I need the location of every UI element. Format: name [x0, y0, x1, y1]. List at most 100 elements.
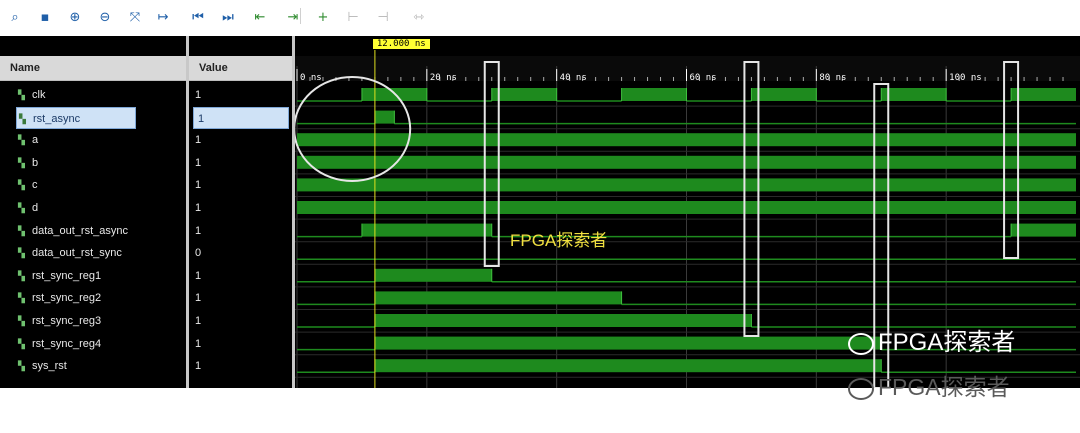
signal-name: a — [32, 134, 39, 147]
signal-name: sys_rst — [32, 360, 67, 373]
signal-icon: ▚ — [18, 338, 25, 349]
signal-name-row[interactable]: ▚ rst_sync_reg1 — [0, 265, 186, 287]
signal-icon: ▚ — [18, 248, 25, 259]
swap-cursors-icon[interactable]: ⇿ — [408, 6, 430, 28]
signal-icon: ▚ — [18, 225, 25, 236]
signal-name-row[interactable]: ▚ data_out_rst_sync — [0, 242, 186, 264]
waveform-high-segment — [751, 88, 817, 101]
signal-value[interactable]: 1 — [189, 310, 292, 332]
chat-icon — [848, 377, 874, 400]
zoom-out-icon[interactable]: ⊖ — [94, 6, 116, 28]
signal-icon: ▚ — [18, 180, 25, 191]
signal-icon: ▚ — [18, 293, 25, 304]
watermark-text: FPGA探索者 — [878, 374, 1010, 400]
signal-name: rst_sync_reg3 — [32, 315, 102, 327]
search-icon[interactable]: ⌕ — [4, 6, 26, 28]
signal-name: data_out_rst_sync — [32, 247, 122, 260]
signal-value[interactable]: 0 — [189, 242, 292, 264]
tick-label: 60 ns — [689, 73, 717, 83]
signal-name: d — [32, 202, 39, 214]
go-to-end-icon[interactable]: ⏭ — [217, 6, 239, 28]
signal-name-row[interactable]: ▚ c — [0, 174, 186, 196]
signal-name-row[interactable]: ▚ rst_sync_reg4 — [0, 333, 186, 355]
signal-name-row[interactable]: ▚ clk — [0, 84, 186, 106]
signal-name: b — [32, 156, 39, 169]
signal-value[interactable]: 1 — [189, 287, 292, 309]
signal-icon: ▚ — [18, 135, 25, 146]
signal-name-row[interactable]: ▚ rst_sync_reg3 — [0, 310, 186, 332]
previous-marker-icon[interactable]: ⊢ — [342, 6, 364, 28]
signal-values-column: Value 1111111011111 — [189, 36, 292, 388]
tick-label: 100 ns — [949, 73, 982, 83]
waveform-high-segment — [297, 133, 1076, 147]
tick-label: 20 ns — [429, 73, 457, 83]
signal-name-row[interactable]: ▚ b — [0, 152, 186, 174]
previous-transition-icon[interactable]: ⇤ — [249, 6, 271, 28]
overlay-caption: FPGA探索者 — [510, 231, 608, 250]
waveform-high-segment — [374, 110, 395, 124]
waveform-high-segment — [1011, 88, 1076, 101]
watermark: FPGA探索者 — [848, 322, 1015, 357]
save-icon[interactable]: ▪ — [34, 6, 56, 28]
signal-name-row[interactable]: ▚ data_out_rst_async — [0, 220, 186, 242]
signal-value[interactable]: 1 — [193, 106, 289, 129]
tick-label: 40 ns — [559, 73, 587, 83]
go-to-start-icon[interactable]: ⏮ — [187, 6, 209, 28]
waveform-high-segment — [491, 88, 557, 101]
signal-icon: ▚ — [18, 361, 25, 372]
waveform-high-segment — [621, 88, 687, 101]
zoom-fit-icon[interactable]: ⤧ — [124, 6, 146, 28]
signal-value[interactable]: 1 — [189, 152, 292, 174]
go-to-cursor-icon[interactable]: ↦ — [152, 6, 174, 28]
signal-name: data_out_rst_async — [32, 224, 129, 237]
signal-name: c — [32, 179, 38, 192]
signal-name-row[interactable]: ▚ a — [0, 129, 186, 151]
tick-label: 80 ns — [819, 73, 847, 83]
waveform-high-segment — [374, 268, 492, 282]
watermark: FPGA探索者 — [848, 368, 1010, 402]
signal-name: rst_async — [33, 112, 81, 125]
signal-name: rst_sync_reg1 — [32, 269, 102, 282]
signal-name: rst_sync_reg2 — [32, 292, 102, 305]
waveform-high-segment — [374, 359, 882, 373]
signal-icon: ▚ — [18, 90, 25, 101]
signal-name: clk — [32, 89, 46, 101]
signal-name-row[interactable]: ▚ rst_sync_reg2 — [0, 287, 186, 309]
signal-value[interactable]: 1 — [189, 84, 292, 106]
signal-name-row[interactable]: ▚ sys_rst — [0, 355, 186, 377]
signal-value[interactable]: 1 — [189, 174, 292, 196]
name-column-header[interactable]: Name — [0, 56, 186, 81]
signal-icon: ▚ — [18, 157, 25, 168]
watermark-text: FPGA探索者 — [878, 329, 1016, 356]
signal-icon: ▚ — [18, 203, 25, 214]
zoom-in-icon[interactable]: ⊕ — [64, 6, 86, 28]
toolbar: ⌕ ▪ ⊕ ⊖ ⤧ ↦ ⏮ ⏭ ⇤ ⇥ + ⊢ ⊣ ⇿ — [0, 4, 440, 32]
signal-value[interactable]: 1 — [189, 129, 292, 151]
signal-icon: ▚ — [19, 113, 26, 124]
tick-label: 0 ns — [300, 73, 322, 83]
add-marker-icon[interactable]: + — [312, 6, 334, 28]
signal-name: rst_sync_reg4 — [32, 337, 102, 350]
waveform-high-segment — [374, 314, 752, 327]
waveform-high-segment — [297, 178, 1076, 192]
signal-value[interactable]: 1 — [189, 355, 292, 377]
waveform-high-segment — [297, 155, 1076, 169]
waveform-high-segment — [374, 336, 882, 350]
signal-value[interactable]: 1 — [189, 220, 292, 242]
waveform-high-segment — [297, 201, 1076, 214]
signal-value[interactable]: 1 — [189, 197, 292, 219]
next-marker-icon[interactable]: ⊣ — [372, 6, 394, 28]
signal-name-row[interactable]: ▚ rst_async — [16, 106, 136, 129]
waveform-high-segment — [881, 88, 947, 101]
signal-value[interactable]: 1 — [189, 333, 292, 355]
signal-value[interactable]: 1 — [189, 265, 292, 287]
chat-icon — [848, 332, 874, 355]
signal-names-column: Name ▚ clk ▚ rst_async ▚ a ▚ b ▚ c ▚ d ▚ data_out_rst… — [0, 36, 186, 388]
annotation-box — [743, 61, 760, 337]
toolbar-separator — [300, 8, 301, 24]
waveform-high-segment — [374, 291, 622, 305]
signal-icon: ▚ — [18, 270, 25, 281]
value-column-header[interactable]: Value — [189, 56, 292, 81]
waveform-high-segment — [361, 223, 492, 237]
signal-name-row[interactable]: ▚ d — [0, 197, 186, 219]
